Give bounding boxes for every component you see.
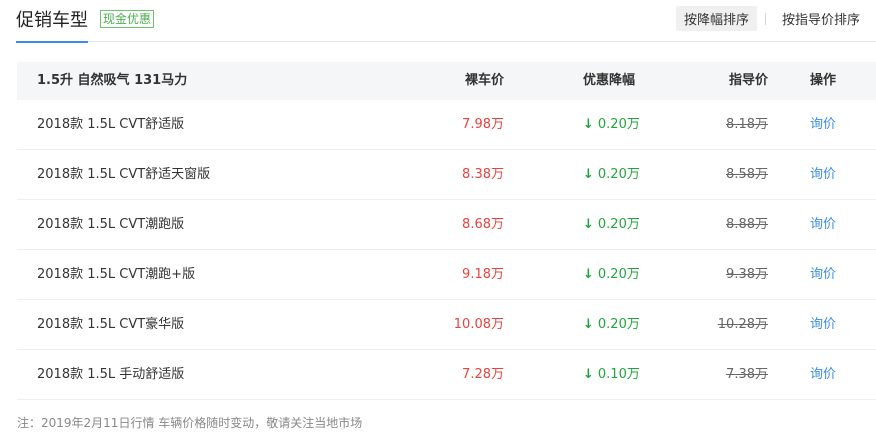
table-row: 2018款 1.5L 手动舒适版 7.28万 ↓ 0.10万 7.38万 询价 (17, 350, 876, 400)
sort-by-guide-price-button[interactable]: 按指导价排序 (774, 6, 868, 31)
guide-price: 8.88万 (726, 217, 768, 232)
table-body: 2018款 1.5L CVT舒适版 7.98万 ↓ 0.20万 8.18万 询价 2018款… (17, 100, 876, 400)
promo-table: 1.5升 自然吸气 131马力 裸车价 优惠降幅 指导价 操作 2018款 1.… (17, 62, 876, 400)
discount-value: 0.20万 (597, 317, 640, 332)
bare-car-price: 7.28万 (462, 367, 504, 382)
arrow-down-icon: ↓ (583, 367, 594, 382)
column-header-action: 操作 (810, 73, 837, 88)
bare-car-price: 9.18万 (462, 267, 504, 282)
table-row: 2018款 1.5L CVT豪华版 10.08万 ↓ 0.20万 10.28万 询价 (17, 300, 876, 350)
sort-options: 按降幅排序 按指导价排序 (675, 6, 868, 31)
guide-price: 7.38万 (726, 367, 768, 382)
table-row: 2018款 1.5L CVT舒适版 7.98万 ↓ 0.20万 8.18万 询价 (17, 100, 876, 150)
inquiry-link[interactable]: 询价 (810, 300, 836, 349)
trim-name: 2018款 1.5L CVT潮跑版 (37, 217, 185, 232)
arrow-down-icon: ↓ (583, 117, 594, 132)
guide-price: 10.28万 (717, 317, 768, 332)
arrow-down-icon: ↓ (583, 217, 594, 232)
discount-value: 0.10万 (597, 367, 640, 382)
bare-car-price: 8.68万 (462, 217, 504, 232)
table-header: 1.5升 自然吸气 131马力 裸车价 优惠降幅 指导价 操作 (17, 62, 876, 100)
trim-name: 2018款 1.5L CVT舒适天窗版 (37, 167, 211, 182)
trim-name: 2018款 1.5L 手动舒适版 (37, 367, 185, 382)
discount-amount: ↓ 0.20万 (583, 100, 640, 149)
table-row: 2018款 1.5L CVT舒适天窗版 8.38万 ↓ 0.20万 8.58万 询价 (17, 150, 876, 200)
trim-name: 2018款 1.5L CVT豪华版 (37, 317, 185, 332)
discount-amount: ↓ 0.20万 (583, 200, 640, 249)
discount-value: 0.20万 (597, 217, 640, 232)
arrow-down-icon: ↓ (583, 317, 594, 332)
page-title[interactable]: 促销车型 (16, 6, 88, 43)
discount-amount: ↓ 0.20万 (583, 300, 640, 349)
discount-amount: ↓ 0.20万 (583, 250, 640, 299)
inquiry-link[interactable]: 询价 (810, 250, 836, 299)
arrow-down-icon: ↓ (583, 167, 594, 182)
guide-price: 8.18万 (726, 117, 768, 132)
table-row: 2018款 1.5L CVT潮跑+版 9.18万 ↓ 0.20万 9.38万 询价 (17, 250, 876, 300)
bare-car-price: 10.08万 (453, 317, 504, 332)
trim-name: 2018款 1.5L CVT舒适版 (37, 117, 185, 132)
arrow-down-icon: ↓ (583, 267, 594, 282)
discount-value: 0.20万 (597, 167, 640, 182)
discount-value: 0.20万 (597, 117, 640, 132)
inquiry-link[interactable]: 询价 (810, 350, 836, 399)
table-row: 2018款 1.5L CVT潮跑版 8.68万 ↓ 0.20万 8.88万 询价 (17, 200, 876, 250)
promo-header: 促销车型 现金优惠 按降幅排序 按指导价排序 (16, 0, 876, 43)
sort-by-discount-button[interactable]: 按降幅排序 (675, 6, 757, 31)
bare-car-price: 7.98万 (462, 117, 504, 132)
guide-price: 8.58万 (726, 167, 768, 182)
column-header-discount: 优惠降幅 (583, 73, 636, 88)
trim-name: 2018款 1.5L CVT潮跑+版 (37, 267, 196, 282)
bare-car-price: 8.38万 (462, 167, 504, 182)
engine-group-title: 1.5升 自然吸气 131马力 (37, 73, 188, 88)
inquiry-link[interactable]: 询价 (810, 150, 836, 199)
sort-divider (764, 12, 766, 25)
price-note: 注：2019年2月11日行情 车辆价格随时变动，敬请关注当地市场 (17, 416, 363, 430)
guide-price: 9.38万 (726, 267, 768, 282)
column-header-price: 裸车价 (464, 73, 504, 88)
inquiry-link[interactable]: 询价 (810, 100, 836, 149)
discount-amount: ↓ 0.10万 (583, 350, 640, 399)
column-header-guide-price: 指导价 (728, 73, 768, 88)
inquiry-link[interactable]: 询价 (810, 200, 836, 249)
discount-amount: ↓ 0.20万 (583, 150, 640, 199)
discount-value: 0.20万 (597, 267, 640, 282)
cash-discount-badge: 现金优惠 (100, 10, 155, 28)
